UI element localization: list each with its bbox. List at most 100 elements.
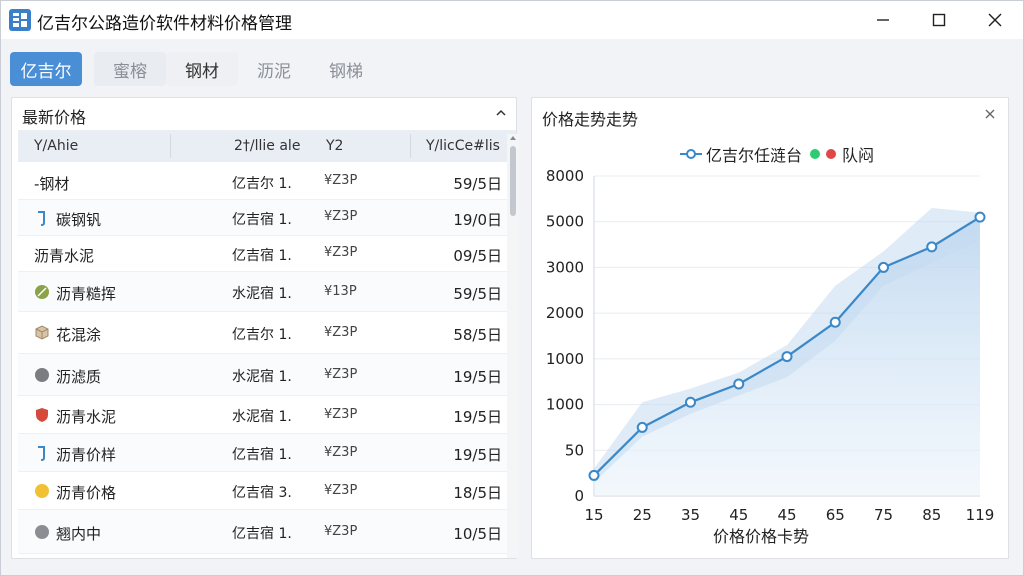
table-row[interactable]: 沥青水泥 水泥宿 1. ¥Z3P 19/5日	[18, 396, 508, 434]
table-header: Y/Ahie 2†/llie ale Y2 Y/licCe#lis	[18, 130, 516, 162]
legend-red-dot	[826, 149, 837, 159]
table-row[interactable]: 沥青价格 亿吉宿 3. ¥Z3P 18/5日	[18, 472, 508, 510]
tab-label: 钢材	[185, 61, 219, 82]
material-name: 沥青水泥	[56, 408, 117, 426]
y-tick-label: 3000	[546, 258, 584, 276]
unit-price: ¥13P	[324, 284, 357, 299]
table-row[interactable]: 沥滤质 水泥宿 1. ¥Z3P 19/5日	[18, 354, 508, 396]
tab-steel-ladder[interactable]: 钢梯	[310, 52, 382, 86]
unit-price: ¥Z3P	[324, 483, 358, 498]
update-date: 19/5日	[453, 446, 502, 464]
update-date: 59/5日	[453, 175, 502, 193]
unit-price: ¥Z3P	[324, 524, 358, 539]
tab-asphalt[interactable]: 沥泥	[238, 52, 310, 86]
panel-title: 最新价格	[22, 108, 87, 127]
x-tick-label: 85	[922, 506, 941, 524]
material-name: 碳钢钒	[56, 211, 102, 229]
x-tick-label: 15	[584, 506, 603, 524]
update-date: 19/5日	[453, 408, 502, 426]
data-point	[829, 316, 841, 328]
update-date: 19/5日	[453, 368, 502, 386]
scroll-up-icon[interactable]	[509, 134, 517, 142]
y-tick-label: 1000	[546, 350, 584, 368]
tab-label: 亿吉尔	[20, 61, 72, 82]
leaf-icon	[35, 285, 49, 299]
supplier: 亿吉尔 1.	[232, 327, 292, 343]
data-point	[733, 378, 745, 390]
chart-title: 价格走势走势	[542, 110, 639, 129]
app-window: 亿吉尔公路造价软件材料价格管理 亿吉尔 蜜榕 钢材 沥泥 钢梯 最新价格 Y/A…	[0, 0, 1024, 576]
y-tick-label: 2000	[546, 304, 584, 322]
material-name: -钢材	[34, 175, 70, 193]
tab-label: 钢梯	[329, 61, 363, 82]
shield-icon	[36, 408, 48, 422]
column-header[interactable]: Y/Ahie	[34, 138, 78, 154]
update-date: 18/5日	[453, 484, 502, 502]
price-trend-panel: 价格走势走势 亿吉尔任涟台 队闷 0 50 1000 1000 2000 3000 5000…	[531, 97, 1009, 559]
y-tick-label: 5000	[546, 213, 584, 231]
yellow-circle-icon	[35, 484, 49, 498]
unit-price: ¥Z3P	[324, 445, 358, 460]
x-axis-label: 价格价格卡势	[713, 527, 809, 546]
supplier: 亿吉宿 3.	[232, 485, 292, 501]
maximize-button[interactable]	[913, 1, 965, 39]
tab-mirong[interactable]: 蜜榕	[94, 52, 166, 86]
minimize-icon	[877, 19, 889, 21]
data-point	[878, 261, 889, 273]
supplier: 亿吉宿 1.	[232, 248, 292, 264]
column-header[interactable]: 2†/llie ale	[234, 138, 300, 154]
table-row[interactable]: 翘内中 亿吉宿 1. ¥Z3P 10/5日	[18, 510, 508, 554]
data-point	[636, 421, 648, 433]
material-name: 沥青价样	[56, 446, 117, 464]
tab-steel[interactable]: 钢材	[166, 52, 238, 86]
supplier: 水泥宿 1.	[232, 409, 292, 425]
tab-label: 沥泥	[257, 61, 291, 82]
unit-price: ¥Z3P	[324, 173, 358, 188]
close-icon	[988, 13, 1002, 27]
data-point	[781, 351, 793, 363]
tab-yijier[interactable]: 亿吉尔	[10, 52, 82, 86]
column-header[interactable]: Y2	[326, 138, 343, 154]
table-row[interactable]: 花混涂 亿吉尔 1. ¥Z3P 58/5日	[18, 312, 508, 354]
x-tick-label: 35	[681, 506, 700, 524]
unit-price: ¥Z3P	[324, 325, 358, 340]
column-header[interactable]: Y/licCe#lis	[426, 138, 500, 154]
maximize-icon	[932, 13, 946, 27]
x-tick-label: 45	[729, 506, 748, 524]
table-row[interactable]: -钢材 亿吉尔 1. ¥Z3P 59/5日	[18, 164, 508, 200]
price-trend-chart: 0 50 1000 1000 2000 3000 5000 8000 15 25 35 45 45 65 7…	[546, 167, 995, 546]
supplier: 亿吉宿 1.	[232, 212, 292, 228]
supplier: 水泥宿 1.	[232, 286, 292, 302]
close-button[interactable]	[969, 1, 1021, 39]
chevron-up-icon[interactable]	[494, 106, 508, 120]
gray-circle-icon	[35, 368, 49, 382]
unit-price: ¥Z3P	[324, 209, 358, 224]
material-name: 沥青价格	[56, 484, 117, 502]
update-date: 58/5日	[453, 326, 502, 344]
y-tick-label: 0	[574, 487, 584, 505]
material-name: 沥滤质	[56, 368, 102, 386]
x-tick-label: 45	[777, 506, 796, 524]
supplier: 亿吉宿 1.	[232, 526, 292, 542]
x-tick-label: 75	[874, 506, 893, 524]
latest-prices-panel: 最新价格 Y/Ahie 2†/llie ale Y2 Y/licCe#lis -…	[11, 97, 519, 559]
update-date: 59/5日	[453, 285, 502, 303]
close-icon[interactable]	[984, 108, 996, 120]
update-date: 09/5日	[453, 247, 502, 265]
update-date: 10/5日	[453, 525, 502, 543]
title-bar: 亿吉尔公路造价软件材料价格管理	[1, 1, 1023, 39]
table-row[interactable]: 碳钢钒 亿吉宿 1. ¥Z3P 19/0日	[18, 200, 508, 236]
table-row[interactable]: 沥青水泥 亿吉宿 1. ¥Z3P 09/5日	[18, 236, 508, 272]
material-name: 沥青水泥	[34, 247, 95, 265]
y-tick-label: 1000	[546, 396, 584, 414]
minimize-button[interactable]	[857, 1, 909, 39]
vertical-scrollbar[interactable]	[507, 134, 519, 558]
legend-line-marker	[680, 149, 702, 159]
app-logo-icon	[9, 9, 31, 31]
table-row[interactable]: 沥青糙挥 水泥宿 1. ¥13P 59/5日	[18, 272, 508, 312]
scroll-thumb[interactable]	[510, 146, 516, 216]
data-point	[974, 211, 986, 223]
table-row[interactable]: 沥青价样 亿吉宿 1. ¥Z3P 19/5日	[18, 434, 508, 472]
legend-green-dot	[810, 149, 821, 159]
y-tick-label: 8000	[546, 167, 584, 185]
